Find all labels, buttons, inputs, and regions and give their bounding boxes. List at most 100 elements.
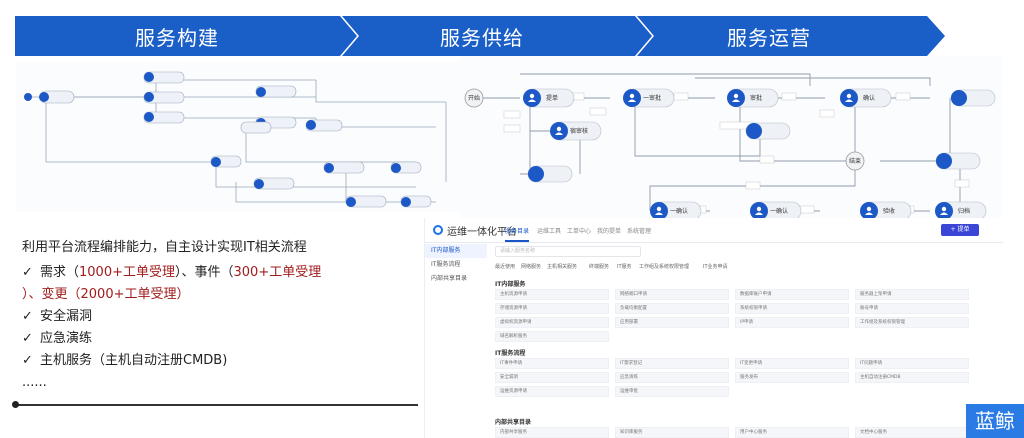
service-card[interactable]: 应用部署	[615, 317, 729, 328]
description-item: ）、变更（2000+工单受理）	[22, 284, 442, 306]
workflow-diagram-build	[16, 62, 460, 212]
nav-tab-system-admin[interactable]: 系统管理	[627, 226, 651, 235]
flow-node-label: 验收	[883, 207, 895, 215]
service-card[interactable]: 账号申请	[855, 303, 969, 314]
flow-node-label: 审批	[750, 94, 762, 102]
description-text: ）、事件（	[175, 265, 234, 280]
description-text: 应急演练	[40, 331, 93, 346]
service-card[interactable]: 虚拟机资源申请	[495, 317, 609, 328]
description-item: ✓ 应急演练	[22, 328, 442, 350]
flow-node	[935, 152, 981, 170]
description-item: ✓ 主机服务（主机自动注册CMDB)	[22, 350, 442, 372]
category-tabs: 最近使用 网络服务 主机相关服务 终端服务 IT服务 工作组及系统权限管理 IT…	[495, 263, 995, 273]
flow-node: 一审批	[623, 88, 675, 108]
description-text: ）、变更（	[22, 287, 81, 302]
flow-node: 确认	[840, 88, 892, 108]
description-text: ......	[22, 375, 47, 390]
check-icon: ✓	[22, 331, 33, 346]
flow-node	[527, 165, 573, 183]
flow-node-label: 一确认	[670, 207, 688, 215]
service-card-grid: 主机资源申请 网络端口申请 数据库账户申请 服务器上架申请存储资源申请 负载均衡配置 系统…	[495, 289, 995, 342]
stage-label-build: 服务构建	[135, 26, 219, 50]
sidebar-item-shared[interactable]: 内部共享目录	[425, 272, 487, 286]
service-card[interactable]: IP申请	[735, 317, 849, 328]
service-card[interactable]: 工作组及系统权限管理	[855, 317, 969, 328]
description-item: ✓ 需求（1000+工单受理）、事件（300+工单受理	[22, 262, 442, 284]
service-card[interactable]: 负载均衡配置	[615, 303, 729, 314]
category-tab[interactable]: 工作组及系统权限管理	[639, 263, 689, 270]
section-title: 内部共享目录	[495, 419, 532, 426]
flow-node-label: 确认	[863, 94, 875, 102]
service-card[interactable]: 运维资源申请	[495, 386, 609, 397]
flow-node: 开始	[464, 88, 484, 108]
description-item: ......	[22, 372, 442, 394]
description-text: 安全漏洞	[40, 309, 93, 324]
service-card[interactable]: 内部共享服务	[495, 427, 609, 438]
flow-node-label: 提单	[546, 94, 558, 102]
sidebar-item-it-process[interactable]: IT服务流程	[425, 258, 487, 272]
submit-ticket-button[interactable]: + 提单	[941, 224, 979, 236]
service-card[interactable]: 网络端口申请	[615, 289, 729, 300]
category-tab[interactable]: 最近使用	[495, 263, 515, 270]
description-text: ）	[176, 287, 190, 302]
nav-tab-service-catalog[interactable]: 服务目录	[505, 226, 530, 242]
portal-sidebar: IT内部服务 IT服务流程 内部共享目录	[425, 244, 487, 286]
portal-header: 运维一体化平台 服务目录 运维工具 工单中心 我的提单 系统管理 + 提单	[425, 218, 1003, 243]
timeline-dot	[12, 401, 19, 408]
service-card[interactable]: 域名解析服务	[495, 331, 609, 342]
workflow-diagram-build-svg	[24, 71, 447, 208]
service-card[interactable]: 应急演练	[615, 372, 729, 383]
service-card[interactable]: IT问题申请	[855, 358, 969, 369]
category-tab[interactable]: 主机相关服务	[547, 263, 577, 270]
category-tab[interactable]: 终端服务	[589, 263, 609, 270]
service-card[interactable]: 服务发布	[735, 372, 849, 383]
nav-tab-ops-tools[interactable]: 运维工具	[537, 226, 561, 235]
flow-node-label: 一确认	[770, 207, 788, 215]
service-card[interactable]: IT变更申请	[735, 358, 849, 369]
flow-node-label: 宿审核	[570, 127, 588, 135]
category-tab[interactable]: 网络服务	[521, 263, 541, 270]
description-text: 300+工单受理	[233, 265, 322, 280]
service-sections: IT内部服务 主机资源申请 网络端口申请 数据库账户申请 服务器上架申请 存储资源申请 负载…	[495, 279, 995, 438]
flow-node-label: 归档	[958, 207, 970, 215]
flow-node: 审批	[727, 88, 779, 108]
feature-description: 利用平台流程编排能力，自主设计实现IT相关流程 ✓ 需求（1000+工单受理）、事…	[22, 236, 442, 394]
service-card[interactable]: 运维审批	[615, 386, 729, 397]
category-tab[interactable]: IT服务	[617, 263, 632, 270]
description-list: ✓ 需求（1000+工单受理）、事件（300+工单受理 ）、变更（2000+工单受理…	[22, 262, 442, 394]
flow-node-label: 结束	[849, 157, 861, 165]
service-card[interactable]: 系统权限申请	[735, 303, 849, 314]
service-card[interactable]: 文档中心服务	[855, 427, 969, 438]
service-card[interactable]: 知识库服务	[615, 427, 729, 438]
flow-node	[745, 122, 791, 140]
service-card[interactable]: IT事件申请	[495, 358, 609, 369]
service-card[interactable]: 主机资源申请	[495, 289, 609, 300]
workflow-diagram-supply: 开始 提单 一审批 审批 确认结束 宿审核一确认 一确认 验收 归档	[460, 56, 1002, 226]
description-text: 需求（	[40, 265, 80, 280]
nav-tab-ticket-center[interactable]: 工单中心	[567, 226, 591, 235]
section-title: IT服务流程	[495, 350, 526, 357]
user-icon	[951, 90, 967, 106]
service-card[interactable]: 主机自动注册CMDB	[855, 372, 969, 383]
description-text: 主机服务（主机自动注册CMDB)	[40, 353, 228, 368]
portal-main: 请输入服务名称 最近使用 网络服务 主机相关服务 终端服务 IT服务 工作组及系…	[495, 246, 995, 438]
sidebar-item-it-internal[interactable]: IT内部服务	[425, 244, 487, 258]
service-card[interactable]: IT需求登记	[615, 358, 729, 369]
flow-node: 结束	[845, 151, 865, 171]
service-card[interactable]: 安全漏洞	[495, 372, 609, 383]
flow-node: 宿审核	[550, 121, 602, 141]
service-card[interactable]: 数据库账户申请	[735, 289, 849, 300]
flow-node-label: 开始	[468, 94, 480, 102]
service-card[interactable]: 服务器上架申请	[855, 289, 969, 300]
flow-node: 提单	[523, 88, 575, 108]
check-icon: ✓	[22, 353, 33, 368]
service-card[interactable]: 存储资源申请	[495, 303, 609, 314]
description-text: 2000+工单受理	[80, 287, 177, 302]
user-icon	[746, 123, 762, 139]
flow-node	[950, 89, 996, 107]
bluking-watermark: 蓝鲸	[966, 404, 1024, 438]
nav-tab-my-tickets[interactable]: 我的提单	[597, 226, 621, 235]
service-search-input[interactable]: 请输入服务名称	[495, 246, 641, 257]
category-tab[interactable]: IT业务申请	[703, 263, 728, 270]
service-card[interactable]: 用户中心服务	[735, 427, 849, 438]
